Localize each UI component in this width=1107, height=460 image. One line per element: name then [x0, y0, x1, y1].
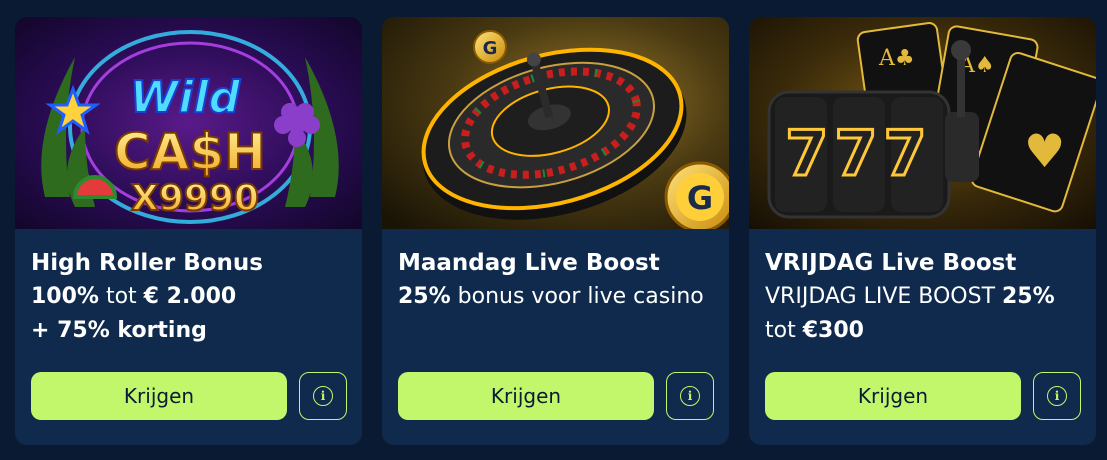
info-icon: i [313, 386, 333, 406]
get-bonus-button[interactable]: Krijgen [31, 372, 287, 420]
svg-text:Wild: Wild [130, 72, 241, 123]
get-bonus-button[interactable]: Krijgen [765, 372, 1021, 420]
svg-text:X9990: X9990 [131, 178, 259, 219]
promo-title: High Roller Bonus [31, 250, 263, 276]
promo-description: VRIJDAG LIVE BOOST 25% tot €300 [765, 284, 1055, 343]
info-icon: i [1047, 386, 1067, 406]
svg-text:CA$H: CA$H [114, 123, 266, 181]
info-button[interactable]: i [666, 372, 714, 420]
promo-description: 100% tot € 2.000 + 75% korting [31, 284, 237, 343]
svg-text:G: G [483, 38, 498, 59]
promo-title: Maandag Live Boost [398, 250, 660, 276]
info-button[interactable]: i [299, 372, 347, 420]
get-bonus-button[interactable]: Krijgen [398, 372, 654, 420]
promo-card-vrijdag-live-boost: A♣ A♠ ♥ 777 VRIJDAG Live Boost VRIJDAG L… [749, 17, 1096, 445]
info-icon: i [680, 386, 700, 406]
promo-card-high-roller: Wild CA$H X9990 High Roller Bonus 100% t… [15, 17, 362, 445]
promo-card-maandag-live-boost: G G Maandag Live Boost 25% bonus voor li… [382, 17, 729, 445]
promo-image-roulette[interactable]: G G [382, 17, 729, 229]
svg-text:♥: ♥ [1024, 124, 1065, 178]
promo-image-wild-cash[interactable]: Wild CA$H X9990 [15, 17, 362, 229]
promo-image-slot-machine[interactable]: A♣ A♠ ♥ 777 [749, 17, 1096, 229]
svg-text:777: 777 [785, 117, 932, 190]
info-button[interactable]: i [1033, 372, 1081, 420]
svg-text:G: G [687, 179, 713, 217]
promo-title: VRIJDAG Live Boost [765, 250, 1017, 276]
svg-text:A♣: A♣ [878, 46, 915, 71]
promo-description: 25% bonus voor live casino [398, 284, 704, 309]
